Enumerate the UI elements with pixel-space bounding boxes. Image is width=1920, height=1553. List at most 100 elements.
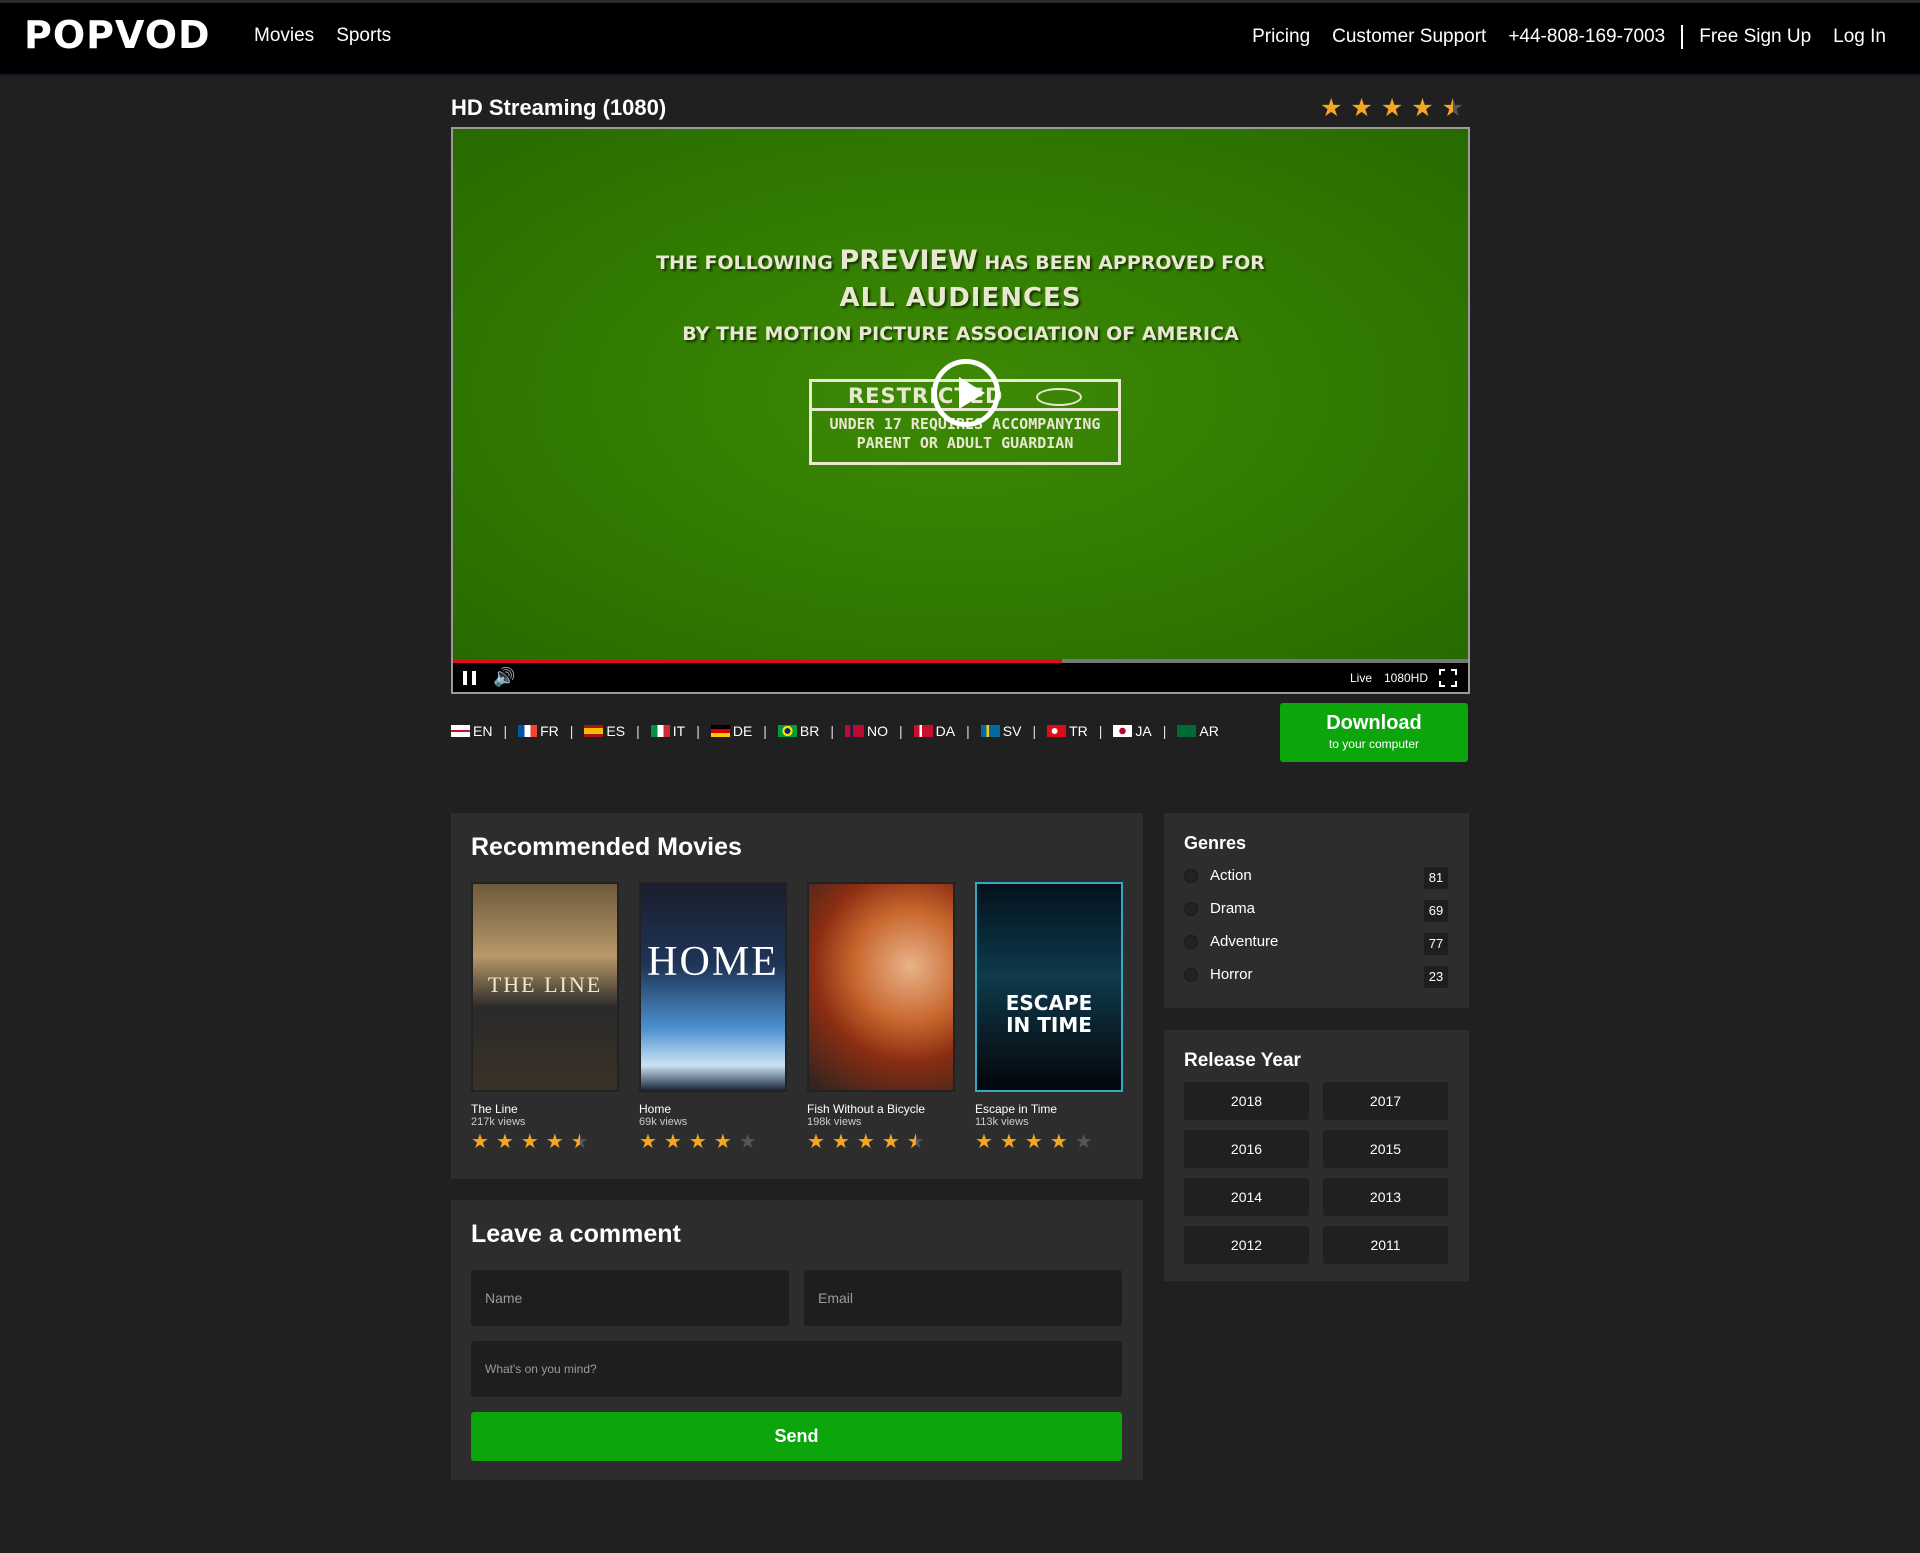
flag-icon <box>584 725 604 737</box>
language-selector: EN | FR | ES | IT | DE | BR | NO | DA | SV | TR | JA | AR <box>451 723 1219 739</box>
movie-title[interactable]: Fish Without a Bicycle <box>807 1102 955 1116</box>
genre-label[interactable]: Drama <box>1210 900 1255 917</box>
nav-sports[interactable]: Sports <box>336 25 391 47</box>
language-separator: | <box>899 723 903 739</box>
movie-poster[interactable]: THE LINE <box>471 882 619 1092</box>
comment-textarea[interactable] <box>471 1341 1122 1397</box>
movie-card[interactable]: HOME Home 69k views ★ ★ ★ ★ ★ <box>639 882 787 1153</box>
language-option-no[interactable]: NO <box>845 723 888 739</box>
pause-icon[interactable] <box>463 671 476 685</box>
language-separator: | <box>1098 723 1103 739</box>
logo[interactable]: POPVOD <box>24 13 211 57</box>
language-option-sv[interactable]: SV <box>980 723 1022 739</box>
language-code: FR <box>540 723 559 739</box>
genre-label[interactable]: Horror <box>1210 966 1253 983</box>
genre-label[interactable]: Action <box>1210 867 1252 884</box>
language-option-de[interactable]: DE <box>710 723 753 739</box>
genre-radio[interactable] <box>1184 968 1198 982</box>
fullscreen-icon[interactable] <box>1439 669 1457 687</box>
language-option-it[interactable]: IT <box>650 723 685 739</box>
language-option-fr[interactable]: FR <box>518 723 559 739</box>
video-player[interactable]: THE FOLLOWING PREVIEW HAS BEEN APPROVED … <box>451 127 1470 694</box>
flag-icon <box>777 725 797 737</box>
play-icon[interactable] <box>932 359 1000 427</box>
language-separator: | <box>696 723 700 739</box>
genre-option[interactable]: Adventure 77 <box>1184 931 1448 959</box>
language-option-ar[interactable]: AR <box>1177 723 1219 739</box>
movie-poster[interactable]: HOME <box>639 882 787 1092</box>
genre-radio[interactable] <box>1184 935 1198 949</box>
star-icon: ★ <box>471 1131 489 1153</box>
comment-title: Leave a comment <box>471 1220 681 1248</box>
movie-views: 198k views <box>807 1116 862 1128</box>
genre-radio[interactable] <box>1184 902 1198 916</box>
language-separator: | <box>966 723 970 739</box>
language-code: DE <box>732 723 753 739</box>
star-icon: ★ <box>831 1131 850 1153</box>
nav-log-in[interactable]: Log In <box>1833 26 1886 48</box>
year-button[interactable]: 2015 <box>1323 1130 1448 1168</box>
year-button[interactable]: 2012 <box>1184 1226 1309 1264</box>
year-button[interactable]: 2016 <box>1184 1130 1309 1168</box>
preview-notice-line1: THE FOLLOWING PREVIEW HAS BEEN APPROVED … <box>453 245 1468 276</box>
language-option-tr[interactable]: TR <box>1047 723 1088 739</box>
genre-radio[interactable] <box>1184 869 1198 883</box>
movie-views: 113k views <box>975 1116 1029 1128</box>
name-input[interactable] <box>471 1270 789 1326</box>
star-icon: ★ <box>1441 94 1465 122</box>
genre-option[interactable]: Action 81 <box>1184 865 1448 893</box>
support-phone[interactable]: +44-808-169-7003 <box>1508 26 1665 48</box>
recommended-panel: Recommended Movies THE LINE The Line 217… <box>451 813 1143 1179</box>
nav-customer-support[interactable]: Customer Support <box>1332 26 1486 48</box>
genre-label[interactable]: Adventure <box>1210 933 1278 950</box>
download-button[interactable]: Download to your computer <box>1280 703 1468 762</box>
download-sublabel: to your computer <box>1328 737 1420 751</box>
movie-poster[interactable]: ESCAPE IN TIME <box>975 882 1123 1092</box>
flag-icon <box>913 725 933 737</box>
genres-title: Genres <box>1184 833 1247 853</box>
language-option-es[interactable]: ES <box>584 723 625 739</box>
movie-title[interactable]: The Line <box>471 1102 619 1116</box>
player-title: HD Streaming (1080) <box>451 95 667 120</box>
language-option-br[interactable]: BR <box>777 723 819 739</box>
language-option-en[interactable]: EN <box>451 723 492 739</box>
flag-icon <box>710 725 730 737</box>
movie-title[interactable]: Escape in Time <box>975 1102 1123 1116</box>
preview-notice-text-a: THE FOLLOWING <box>656 252 833 274</box>
volume-icon[interactable]: 🔊 <box>493 667 515 688</box>
movie-card[interactable]: THE LINE The Line 217k views ★ ★ ★ ★ ★ <box>471 882 619 1153</box>
year-button[interactable]: 2017 <box>1323 1082 1448 1120</box>
movie-poster[interactable] <box>807 882 955 1092</box>
video-screen[interactable]: THE FOLLOWING PREVIEW HAS BEEN APPROVED … <box>453 129 1468 659</box>
genre-option[interactable]: Drama 69 <box>1184 898 1448 926</box>
nav-pricing[interactable]: Pricing <box>1252 26 1310 48</box>
language-code: EN <box>473 723 493 739</box>
player-rating: ★ ★ ★ ★ ★ <box>1320 94 1464 122</box>
year-button[interactable]: 2014 <box>1184 1178 1309 1216</box>
language-separator: | <box>1032 723 1037 739</box>
send-button[interactable]: Send <box>471 1412 1122 1461</box>
year-button[interactable]: 2018 <box>1184 1082 1309 1120</box>
movie-card[interactable]: Fish Without a Bicycle 198k views ★ ★ ★ ★ ★ <box>807 882 955 1153</box>
poster-title: HOME <box>647 939 779 985</box>
star-icon: ★ <box>545 1131 564 1153</box>
language-code: SV <box>1002 723 1022 739</box>
star-icon: ★ <box>639 1131 657 1153</box>
language-option-da[interactable]: DA <box>913 723 955 739</box>
movie-card[interactable]: ESCAPE IN TIME Escape in Time 113k views… <box>975 882 1123 1153</box>
year-button[interactable]: 2011 <box>1323 1226 1448 1264</box>
email-input[interactable] <box>804 1270 1122 1326</box>
nav-movies[interactable]: Movies <box>254 25 314 47</box>
year-button[interactable]: 2013 <box>1323 1178 1448 1216</box>
star-icon: ★ <box>1074 1131 1093 1153</box>
nav-free-sign-up[interactable]: Free Sign Up <box>1699 26 1811 48</box>
genre-option[interactable]: Horror 23 <box>1184 964 1448 992</box>
quality-label[interactable]: 1080HD <box>1384 671 1428 685</box>
recommended-title: Recommended Movies <box>471 833 742 861</box>
movie-rating: ★ ★ ★ ★ ★ <box>807 1131 955 1153</box>
star-icon: ★ <box>807 1131 825 1153</box>
movie-title[interactable]: Home <box>639 1102 787 1116</box>
live-label[interactable]: Live <box>1350 671 1372 685</box>
language-option-ja[interactable]: JA <box>1113 723 1152 739</box>
movie-views: 69k views <box>639 1116 688 1128</box>
